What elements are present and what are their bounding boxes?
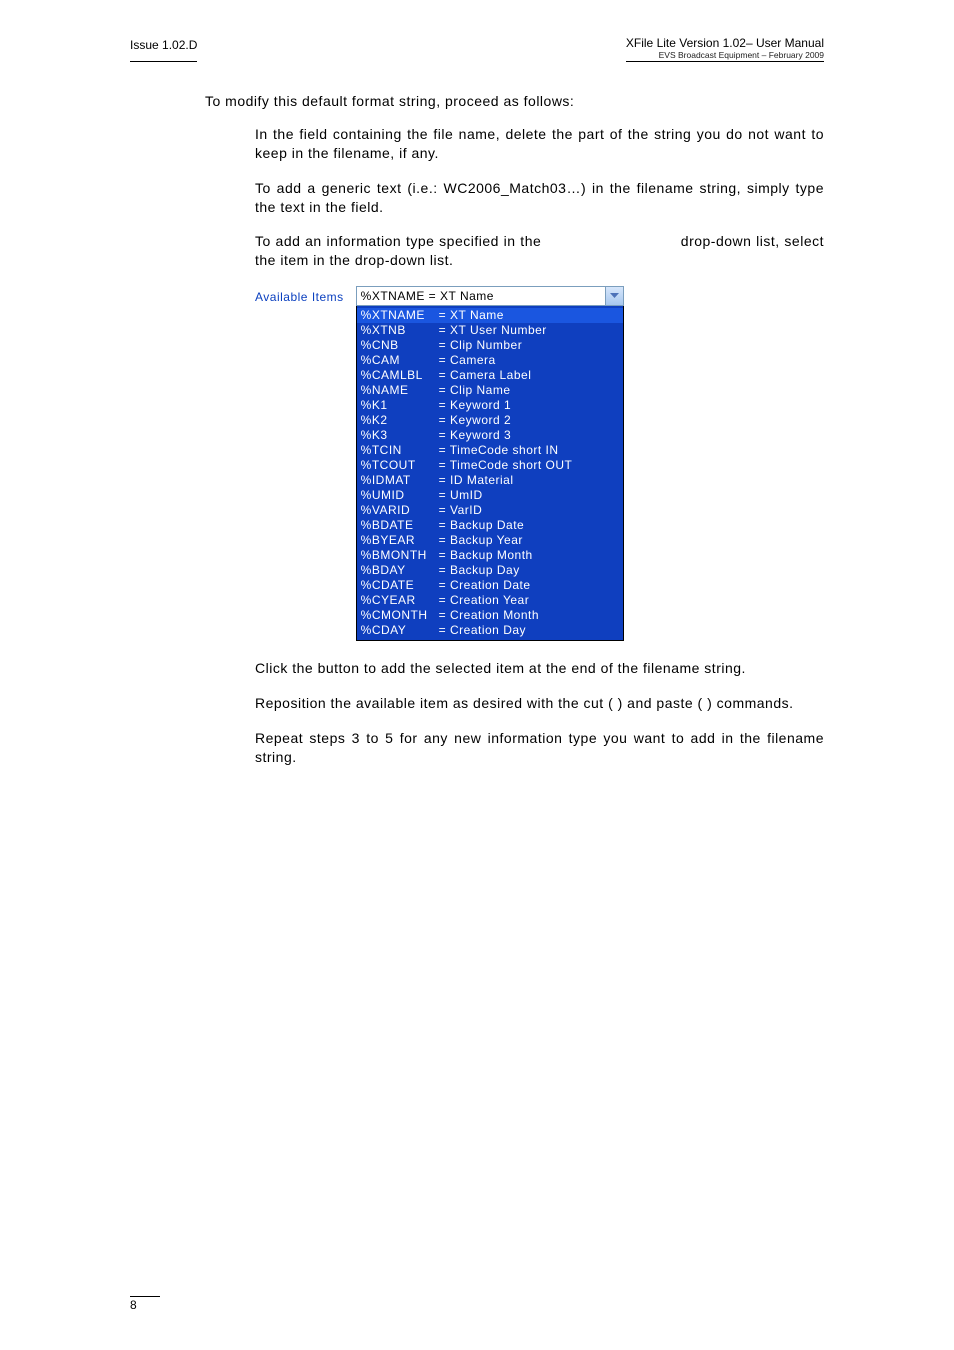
available-items-listbox[interactable]: %XTNAME= XT Name%XTNB= XT User Number%CN…: [356, 306, 624, 641]
list-item-value: = Backup Date: [439, 518, 619, 533]
chevron-down-icon: [610, 293, 619, 299]
page-number: 8: [130, 1296, 160, 1312]
list-item-value: = Creation Month: [439, 608, 619, 623]
list-item[interactable]: %VARID= VarID: [357, 503, 623, 518]
list-item[interactable]: %CAMLBL= Camera Label: [357, 368, 623, 383]
step-3: To add an information type specified in …: [255, 232, 824, 270]
header-sub: EVS Broadcast Equipment – February 2009: [626, 50, 824, 60]
list-item[interactable]: %BMONTH= Backup Month: [357, 548, 623, 563]
list-item-key: %TCIN: [361, 443, 439, 458]
available-items-combo[interactable]: %XTNAME = XT Name: [356, 286, 624, 306]
list-item-value: = Creation Date: [439, 578, 619, 593]
list-item-key: %VARID: [361, 503, 439, 518]
list-item-value: = Camera Label: [439, 368, 619, 383]
list-item[interactable]: %BDAY= Backup Day: [357, 563, 623, 578]
list-item[interactable]: %K2= Keyword 2: [357, 413, 623, 428]
list-item-value: = Creation Year: [439, 593, 619, 608]
list-item[interactable]: %CDATE= Creation Date: [357, 578, 623, 593]
list-item[interactable]: %XTNB= XT User Number: [357, 323, 623, 338]
list-item[interactable]: %UMID= UmID: [357, 488, 623, 503]
list-item[interactable]: %CDAY= Creation Day: [357, 623, 623, 638]
list-item[interactable]: %XTNAME= XT Name: [357, 308, 623, 323]
list-item-key: %K3: [361, 428, 439, 443]
list-item-value: = ID Material: [439, 473, 619, 488]
list-item-key: %BYEAR: [361, 533, 439, 548]
list-item[interactable]: %CNB= Clip Number: [357, 338, 623, 353]
list-item-key: %CAMLBL: [361, 368, 439, 383]
header-title: XFile Lite Version 1.02– User Manual: [626, 36, 824, 50]
list-item-value: = Clip Number: [439, 338, 619, 353]
list-item-value: = Clip Name: [439, 383, 619, 398]
list-item-key: %CYEAR: [361, 593, 439, 608]
list-item-key: %CAM: [361, 353, 439, 368]
list-item-value: = Backup Year: [439, 533, 619, 548]
list-item-value: = Backup Day: [439, 563, 619, 578]
list-item-key: %TCOUT: [361, 458, 439, 473]
list-item-key: %XTNAME: [361, 308, 439, 323]
list-item-value: = XT User Number: [439, 323, 619, 338]
list-item-value: = Backup Month: [439, 548, 619, 563]
combo-dropdown-button[interactable]: [605, 287, 623, 305]
combo-selected-value: %XTNAME = XT Name: [357, 287, 605, 305]
list-item[interactable]: %NAME= Clip Name: [357, 383, 623, 398]
list-item-value: = Keyword 3: [439, 428, 619, 443]
list-item-value: = Camera: [439, 353, 619, 368]
step-5: Reposition the available item as desired…: [255, 694, 824, 713]
step-6: Repeat steps 3 to 5 for any new informat…: [255, 729, 824, 767]
list-item-key: %K1: [361, 398, 439, 413]
list-item[interactable]: %TCIN= TimeCode short IN: [357, 443, 623, 458]
list-item-key: %CNB: [361, 338, 439, 353]
list-item[interactable]: %K1= Keyword 1: [357, 398, 623, 413]
list-item[interactable]: %K3= Keyword 3: [357, 428, 623, 443]
available-items-label: Available Items: [255, 286, 346, 305]
list-item-key: %IDMAT: [361, 473, 439, 488]
list-item-value: = UmID: [439, 488, 619, 503]
list-item-key: %K2: [361, 413, 439, 428]
list-item-value: = TimeCode short IN: [439, 443, 619, 458]
list-item-key: %UMID: [361, 488, 439, 503]
list-item-key: %NAME: [361, 383, 439, 398]
step-1: In the field containing the file name, d…: [255, 125, 824, 163]
list-item-value: = VarID: [439, 503, 619, 518]
header-issue: Issue 1.02.D: [130, 38, 197, 62]
list-item[interactable]: %IDMAT= ID Material: [357, 473, 623, 488]
step-2: To add a generic text (i.e.: WC2006_Matc…: [255, 179, 824, 217]
list-item-key: %CMONTH: [361, 608, 439, 623]
list-item-value: = Keyword 1: [439, 398, 619, 413]
step-3a: To add an information type specified in …: [255, 233, 546, 249]
list-item-key: %BDAY: [361, 563, 439, 578]
list-item-key: %CDAY: [361, 623, 439, 638]
list-item[interactable]: %CYEAR= Creation Year: [357, 593, 623, 608]
list-item-value: = TimeCode short OUT: [439, 458, 619, 473]
list-item[interactable]: %CAM= Camera: [357, 353, 623, 368]
step-4: Click the button to add the selected ite…: [255, 659, 824, 678]
list-item[interactable]: %CMONTH= Creation Month: [357, 608, 623, 623]
list-item-value: = Keyword 2: [439, 413, 619, 428]
list-item-key: %CDATE: [361, 578, 439, 593]
list-item-key: %XTNB: [361, 323, 439, 338]
list-item-value: = XT Name: [439, 308, 619, 323]
list-item-value: = Creation Day: [439, 623, 619, 638]
list-item-key: %BMONTH: [361, 548, 439, 563]
list-item[interactable]: %TCOUT= TimeCode short OUT: [357, 458, 623, 473]
intro-text: To modify this default format string, pr…: [205, 92, 824, 111]
list-item[interactable]: %BDATE= Backup Date: [357, 518, 623, 533]
list-item[interactable]: %BYEAR= Backup Year: [357, 533, 623, 548]
list-item-key: %BDATE: [361, 518, 439, 533]
